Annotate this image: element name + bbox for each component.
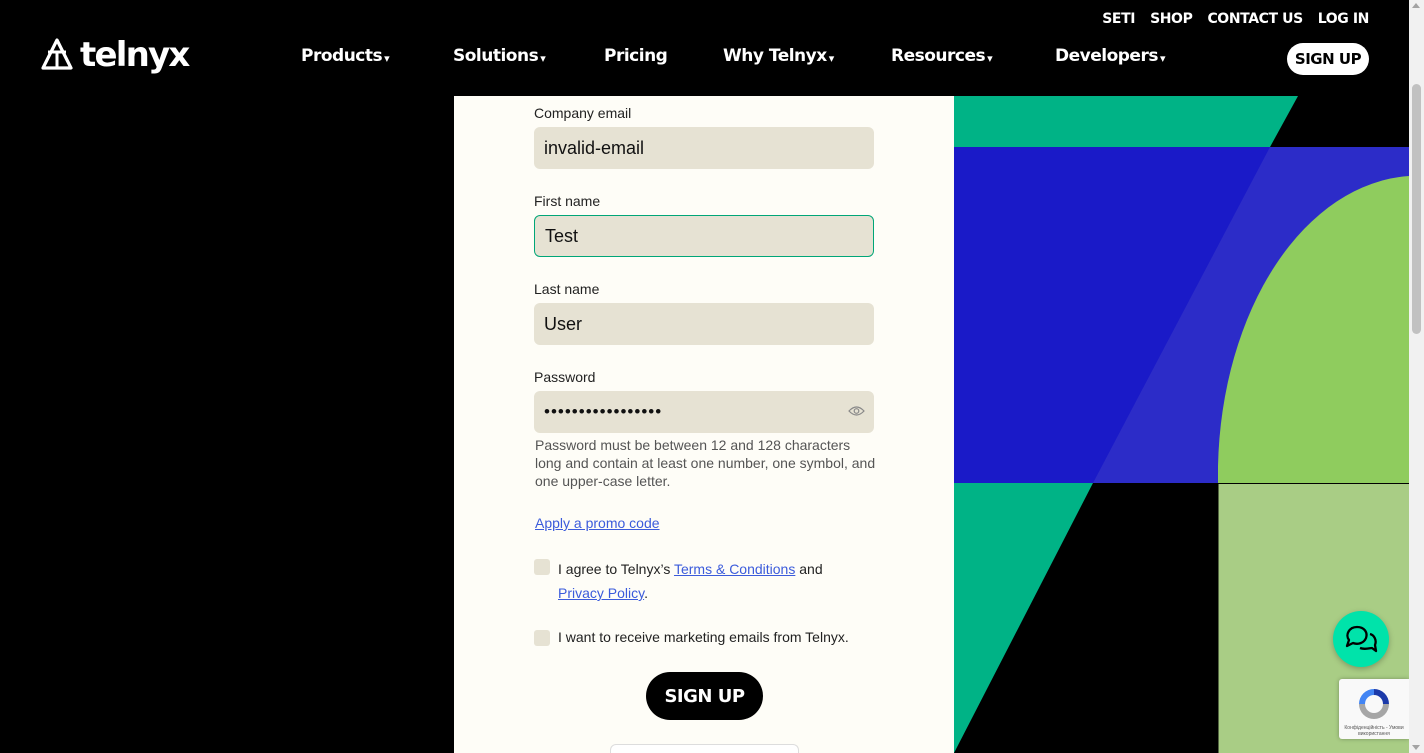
util-link-log-in[interactable]: LOG IN — [1318, 11, 1370, 27]
page-scrollbar[interactable] — [1409, 0, 1424, 753]
first-name-field[interactable]: Test — [534, 215, 874, 257]
nav-products[interactable]: Products ▾ — [301, 46, 453, 66]
email-field-group: Company email invalid-email — [534, 105, 874, 169]
chevron-down-icon: ▾ — [1159, 51, 1166, 65]
password-field-group: Password ••••••••••••••••• — [534, 369, 874, 433]
nav-solutions[interactable]: Solutions ▾ — [453, 46, 604, 66]
terms-conditions-link[interactable]: Terms & Conditions — [674, 561, 795, 577]
nav-solutions-label: Solutions — [453, 46, 539, 66]
last-name-label: Last name — [534, 281, 600, 297]
eye-icon[interactable] — [848, 405, 865, 417]
nav-developers-label: Developers — [1055, 46, 1158, 66]
nav-developers[interactable]: Developers ▾ — [1055, 46, 1175, 66]
email-field[interactable]: invalid-email — [534, 127, 874, 169]
scrollbar-thumb[interactable] — [1412, 84, 1421, 334]
chevron-down-icon: ▾ — [384, 51, 390, 65]
email-label: Company email — [534, 105, 632, 121]
recaptcha-badge[interactable]: Конфіденційність - Умови використання — [1339, 679, 1409, 739]
recaptcha-privacy-terms[interactable]: Конфіденційність - Умови використання — [1343, 725, 1405, 737]
nav-pricing[interactable]: Pricing — [604, 46, 723, 66]
telnyx-logo-icon — [41, 38, 73, 70]
last-name-field-group: Last name User — [534, 281, 874, 345]
password-value: ••••••••••••••••• — [544, 402, 663, 421]
header-sign-up-button[interactable]: SIGN UP — [1287, 43, 1369, 75]
utility-links: SETI SHOP CONTACT US LOG IN — [1102, 11, 1369, 27]
password-help-text: Password must be between 12 and 128 char… — [535, 437, 876, 489]
email-value: invalid-email — [544, 137, 645, 158]
terms-checkbox-row: I agree to Telnyx’s Terms & Conditions a… — [534, 557, 864, 605]
nav-resources-label: Resources — [891, 46, 986, 66]
chevron-down-icon: ▾ — [540, 51, 546, 65]
marketing-label: I want to receive marketing emails from … — [558, 629, 849, 645]
first-name-field-group: First name Test — [534, 193, 874, 257]
nav-resources[interactable]: Resources ▾ — [891, 46, 1055, 66]
nav-why-telnyx-label: Why Telnyx — [723, 46, 827, 66]
chat-widget-button[interactable] — [1333, 611, 1389, 667]
marketing-checkbox-row: I want to receive marketing emails from … — [534, 625, 849, 649]
recaptcha-icon — [1359, 689, 1389, 719]
chevron-down-icon: ▾ — [828, 51, 835, 65]
sign-up-submit-button[interactable]: SIGN UP — [646, 672, 763, 720]
first-name-value: Test — [545, 225, 579, 246]
marketing-checkbox[interactable] — [534, 630, 550, 646]
apply-promo-code-link[interactable]: Apply a promo code — [535, 515, 660, 531]
secondary-button-partial[interactable] — [610, 744, 799, 753]
chat-bubbles-icon — [1345, 625, 1378, 653]
util-link-contact-us[interactable]: CONTACT US — [1207, 11, 1303, 27]
terms-suffix: . — [644, 585, 648, 601]
last-name-value: User — [544, 313, 583, 334]
nav-why-telnyx[interactable]: Why Telnyx ▾ — [723, 46, 891, 66]
util-link-shop[interactable]: SHOP — [1150, 11, 1193, 27]
password-label: Password — [534, 369, 596, 385]
main-nav: Products ▾ Solutions ▾ Pricing Why Telnyx ▾… — [301, 46, 1175, 66]
terms-prefix: I agree to Telnyx’s — [558, 561, 674, 577]
terms-checkbox[interactable] — [534, 559, 550, 575]
password-field[interactable]: ••••••••••••••••• — [534, 391, 874, 433]
terms-middle: and — [795, 561, 823, 577]
nav-products-label: Products — [301, 46, 383, 66]
util-link-seti[interactable]: SETI — [1102, 11, 1135, 27]
first-name-label: First name — [534, 193, 601, 209]
signup-form: Company email invalid-email First name T… — [454, 96, 954, 753]
last-name-field[interactable]: User — [534, 303, 874, 345]
logo-text: telnyx — [80, 35, 190, 75]
nav-pricing-label: Pricing — [604, 46, 668, 66]
scroll-down-arrow-icon[interactable] — [1412, 745, 1420, 750]
telnyx-logo[interactable]: telnyx — [40, 35, 190, 75]
chevron-down-icon: ▾ — [987, 51, 993, 65]
page: telnyx SETI SHOP CONTACT US LOG IN Produ… — [0, 0, 1424, 753]
scroll-up-arrow-icon[interactable] — [1412, 3, 1420, 8]
terms-text: I agree to Telnyx’s Terms & Conditions a… — [558, 557, 823, 605]
privacy-policy-link[interactable]: Privacy Policy — [558, 585, 644, 601]
